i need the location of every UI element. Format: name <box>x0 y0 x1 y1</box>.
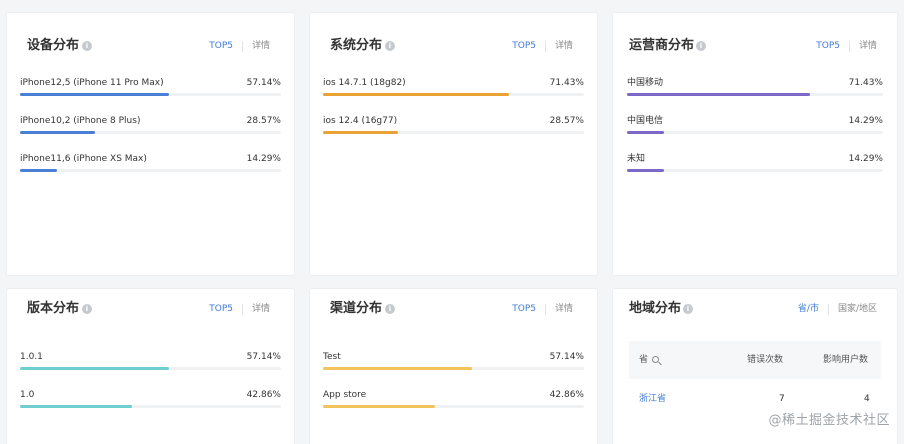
detail-link[interactable]: 详情 <box>555 302 573 316</box>
info-icon[interactable]: i <box>385 304 395 314</box>
info-icon[interactable]: i <box>82 304 92 314</box>
progress-track <box>20 131 281 134</box>
detail-link[interactable]: 详情 <box>252 39 270 53</box>
progress-fill <box>323 367 473 370</box>
tab-province-city[interactable]: 省/市 <box>798 302 819 316</box>
item-percentage: 42.86% <box>549 390 584 400</box>
progress-track <box>20 169 281 172</box>
tab-top5[interactable]: TOP5 <box>512 39 536 53</box>
card-title: 设备分布 <box>27 38 80 53</box>
column-header-errors: 错误次数 <box>747 355 784 365</box>
search-icon[interactable] <box>652 356 660 363</box>
region-table-header: 省 错误次数 影响用户数 <box>629 341 881 379</box>
item-label: iPhone10,2 (iPhone 8 Plus) <box>20 116 141 126</box>
progress-track <box>627 131 883 134</box>
divider <box>827 303 829 315</box>
progress-fill <box>323 405 435 408</box>
item-percentage: 28.57% <box>549 116 584 126</box>
tab-top5[interactable]: TOP5 <box>816 39 840 53</box>
detail-link[interactable]: 详情 <box>555 39 573 53</box>
progress-fill <box>323 131 398 134</box>
progress-fill <box>20 93 170 96</box>
progress-fill <box>20 367 170 370</box>
card-title: 系统分布 <box>330 38 383 53</box>
progress-fill <box>20 131 95 134</box>
card-device-distribution: 设备分布 i TOP5 详情 iPhone12,5 (iPhone 11 Pro… <box>6 12 295 276</box>
divider <box>241 40 243 52</box>
progress-fill <box>627 169 664 172</box>
item-label: 中国移动 <box>627 78 664 88</box>
progress-fill <box>323 93 510 96</box>
card-title: 地域分布 <box>629 301 682 316</box>
progress-track <box>627 93 883 96</box>
info-icon[interactable]: i <box>683 304 693 314</box>
card-channel-distribution: 渠道分布 i TOP5 详情 Test 57.14% App store 42.86% <box>309 288 598 444</box>
item-label: 1.0.1 <box>20 352 43 362</box>
tab-top5[interactable]: TOP5 <box>209 302 233 316</box>
item-percentage: 57.14% <box>549 352 584 362</box>
item-label: ios 12.4 (16g77) <box>323 116 398 126</box>
affected-users: 4 <box>864 394 870 404</box>
info-icon[interactable]: i <box>82 41 92 51</box>
item-percentage: 57.14% <box>246 352 281 362</box>
progress-track <box>323 93 584 96</box>
column-header-province[interactable]: 省 <box>639 354 660 366</box>
card-version-distribution: 版本分布 i TOP5 详情 1.0.1 57.14% 1.0 42.86% <box>6 288 295 444</box>
item-percentage: 14.29% <box>848 116 883 126</box>
item-percentage: 71.43% <box>549 78 584 88</box>
card-system-distribution: 系统分布 i TOP5 详情 ios 14.7.1 (18g82) 71.43% i… <box>309 12 598 276</box>
progress-fill <box>20 405 132 408</box>
item-percentage: 28.57% <box>246 116 281 126</box>
item-label: ios 14.7.1 (18g82) <box>323 78 406 88</box>
error-count: 7 <box>779 394 785 404</box>
province-link[interactable]: 浙江省 <box>639 393 666 405</box>
item-label: iPhone12,5 (iPhone 11 Pro Max) <box>20 78 164 88</box>
item-label: Test <box>323 352 341 362</box>
divider <box>241 303 243 315</box>
item-percentage: 71.43% <box>848 78 883 88</box>
divider <box>544 303 546 315</box>
item-percentage: 57.14% <box>246 78 281 88</box>
tab-top5[interactable]: TOP5 <box>512 302 536 316</box>
progress-fill <box>627 131 664 134</box>
item-percentage: 14.29% <box>848 154 883 164</box>
progress-fill <box>627 93 810 96</box>
item-label: 中国电信 <box>627 116 664 126</box>
tab-top5[interactable]: TOP5 <box>209 39 233 53</box>
item-label: 1.0 <box>20 390 35 400</box>
item-label: App store <box>323 390 367 400</box>
item-label: iPhone11,6 (iPhone XS Max) <box>20 154 147 164</box>
item-percentage: 42.86% <box>246 390 281 400</box>
watermark: @稀土掘金技术社区 <box>768 413 890 428</box>
progress-track <box>323 131 584 134</box>
divider <box>848 40 850 52</box>
progress-track <box>323 367 584 370</box>
divider <box>544 40 546 52</box>
card-carrier-distribution: 运营商分布 i TOP5 详情 中国移动 71.43% 中国电信 14.29% 未知 14… <box>612 12 898 276</box>
progress-track <box>627 169 883 172</box>
card-title: 版本分布 <box>27 301 80 316</box>
progress-track <box>323 405 584 408</box>
progress-fill <box>20 169 58 172</box>
card-title: 渠道分布 <box>330 301 383 316</box>
info-icon[interactable]: i <box>385 41 395 51</box>
card-title: 运营商分布 <box>629 38 695 53</box>
progress-track <box>20 405 281 408</box>
item-label: 未知 <box>627 154 646 164</box>
detail-link[interactable]: 详情 <box>252 302 270 316</box>
item-percentage: 14.29% <box>246 154 281 164</box>
progress-track <box>20 367 281 370</box>
tab-country-region[interactable]: 国家/地区 <box>838 302 877 316</box>
detail-link[interactable]: 详情 <box>859 39 877 53</box>
progress-track <box>20 93 281 96</box>
info-icon[interactable]: i <box>696 41 706 51</box>
column-header-users: 影响用户数 <box>823 355 869 365</box>
